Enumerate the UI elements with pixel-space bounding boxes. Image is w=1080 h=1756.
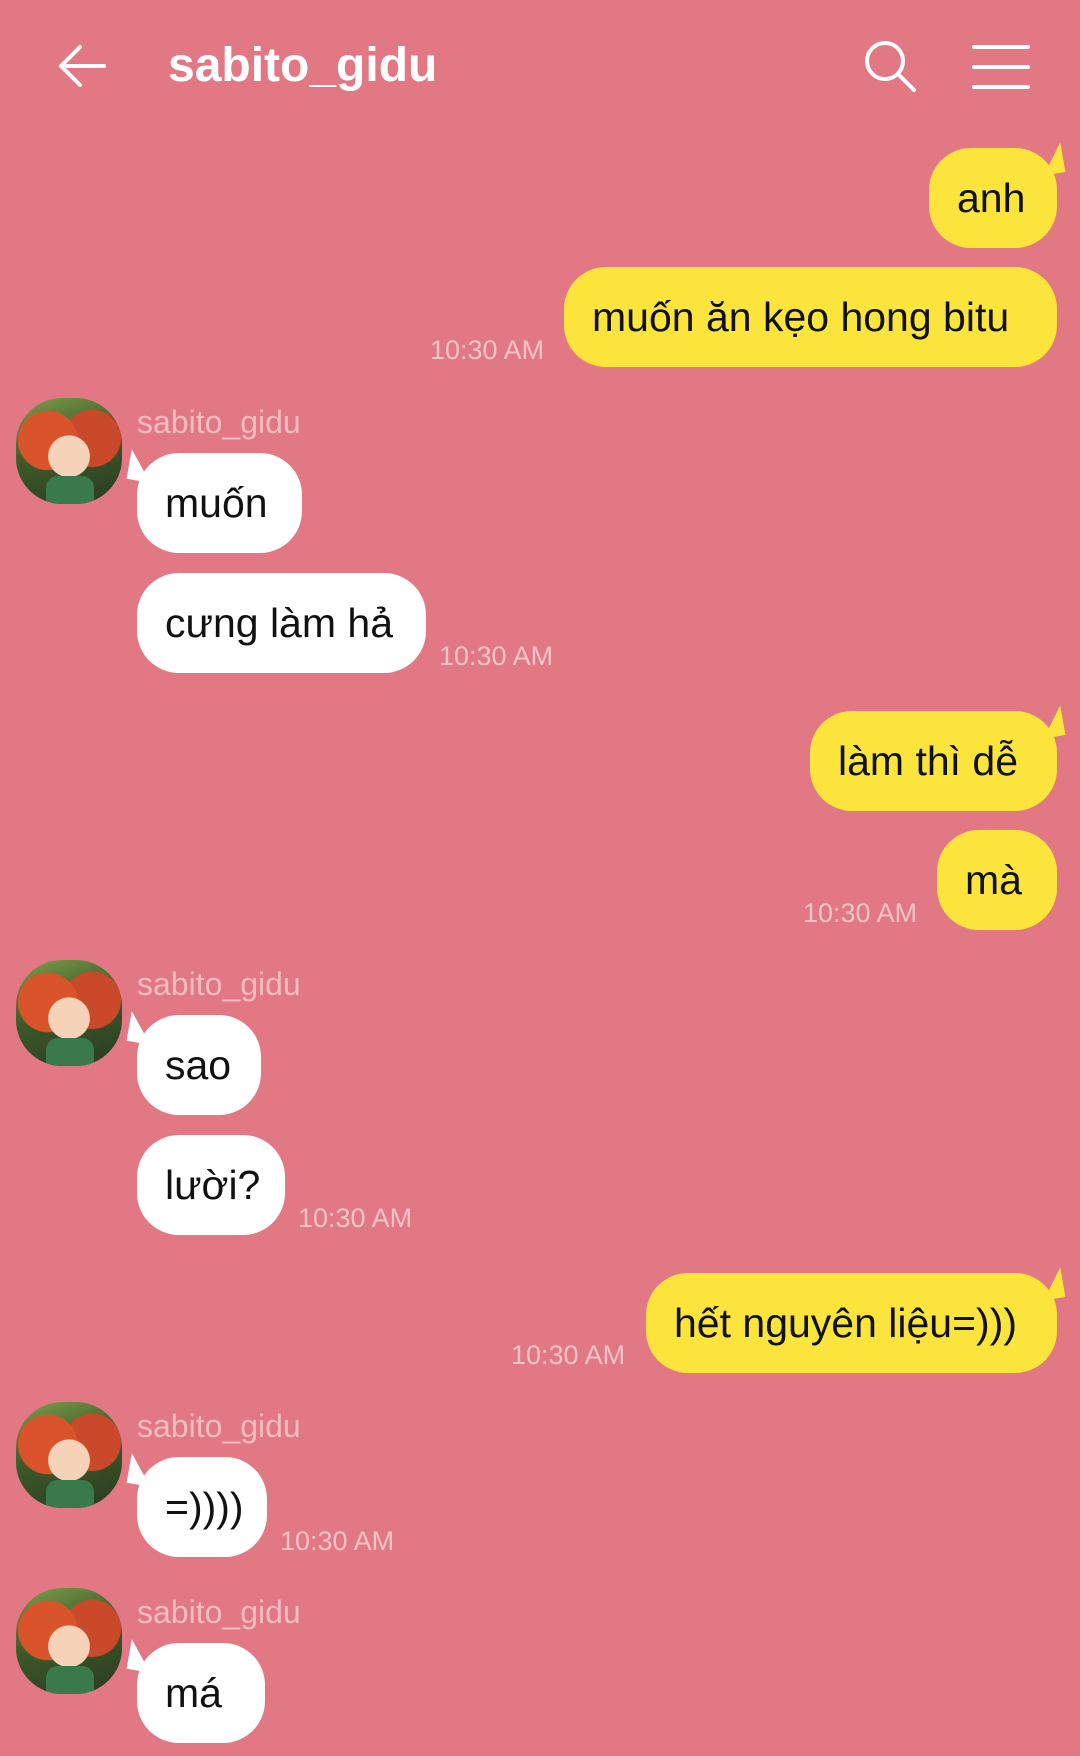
message-text: anh <box>957 175 1026 221</box>
outgoing-message[interactable]: mà <box>937 830 1057 930</box>
search-button[interactable] <box>862 38 918 94</box>
sender-name: sabito_gidu <box>137 966 301 1002</box>
hamburger-menu-icon <box>972 45 1030 89</box>
message-text: cưng làm hả <box>165 600 394 646</box>
arrow-left-icon <box>59 45 106 87</box>
message-text: sao <box>165 1042 232 1088</box>
message-timestamp: 10:30 AM <box>803 898 918 928</box>
outgoing-message[interactable]: anh <box>929 148 1057 248</box>
incoming-message[interactable]: cưng làm hả <box>137 573 426 673</box>
message-text: =)))) <box>165 1484 244 1530</box>
sender-name: sabito_gidu <box>137 1408 301 1444</box>
sender-name: sabito_gidu <box>137 404 301 440</box>
message-text: hết nguyên liệu=))) <box>674 1300 1018 1346</box>
back-button[interactable] <box>56 40 108 92</box>
message-timestamp: 10:30 AM <box>280 1526 395 1556</box>
sender-name: sabito_gidu <box>137 1594 301 1630</box>
message-timestamp: 10:30 AM <box>511 1340 626 1370</box>
message-text: má <box>165 1670 222 1716</box>
incoming-message[interactable]: =)))) <box>137 1457 267 1557</box>
message-timestamp: 10:30 AM <box>439 641 554 671</box>
message-timestamp: 10:30 AM <box>430 335 545 365</box>
avatar[interactable] <box>16 1588 122 1694</box>
message-text: lười? <box>165 1162 261 1208</box>
avatar[interactable] <box>16 960 122 1066</box>
avatar[interactable] <box>16 398 122 504</box>
incoming-message[interactable]: má <box>137 1643 265 1743</box>
message-text: làm thì dễ <box>838 738 1019 784</box>
menu-button[interactable] <box>972 44 1030 90</box>
search-icon <box>865 41 916 92</box>
outgoing-message[interactable]: hết nguyên liệu=))) <box>646 1273 1057 1373</box>
outgoing-message[interactable]: muốn ăn kẹo hong bitu <box>564 267 1057 367</box>
avatar[interactable] <box>16 1402 122 1508</box>
message-text: mà <box>965 857 1022 903</box>
incoming-message[interactable]: sao <box>137 1015 261 1115</box>
message-text: muốn <box>165 480 268 526</box>
message-text: muốn ăn kẹo hong bitu <box>592 294 1010 340</box>
chat-title: sabito_gidu <box>168 39 438 92</box>
incoming-message[interactable]: lười? <box>137 1135 285 1235</box>
outgoing-message[interactable]: làm thì dễ <box>810 711 1057 811</box>
incoming-message[interactable]: muốn <box>137 453 302 553</box>
message-timestamp: 10:30 AM <box>298 1203 413 1233</box>
chat-header: sabito_gidu <box>0 0 1080 135</box>
